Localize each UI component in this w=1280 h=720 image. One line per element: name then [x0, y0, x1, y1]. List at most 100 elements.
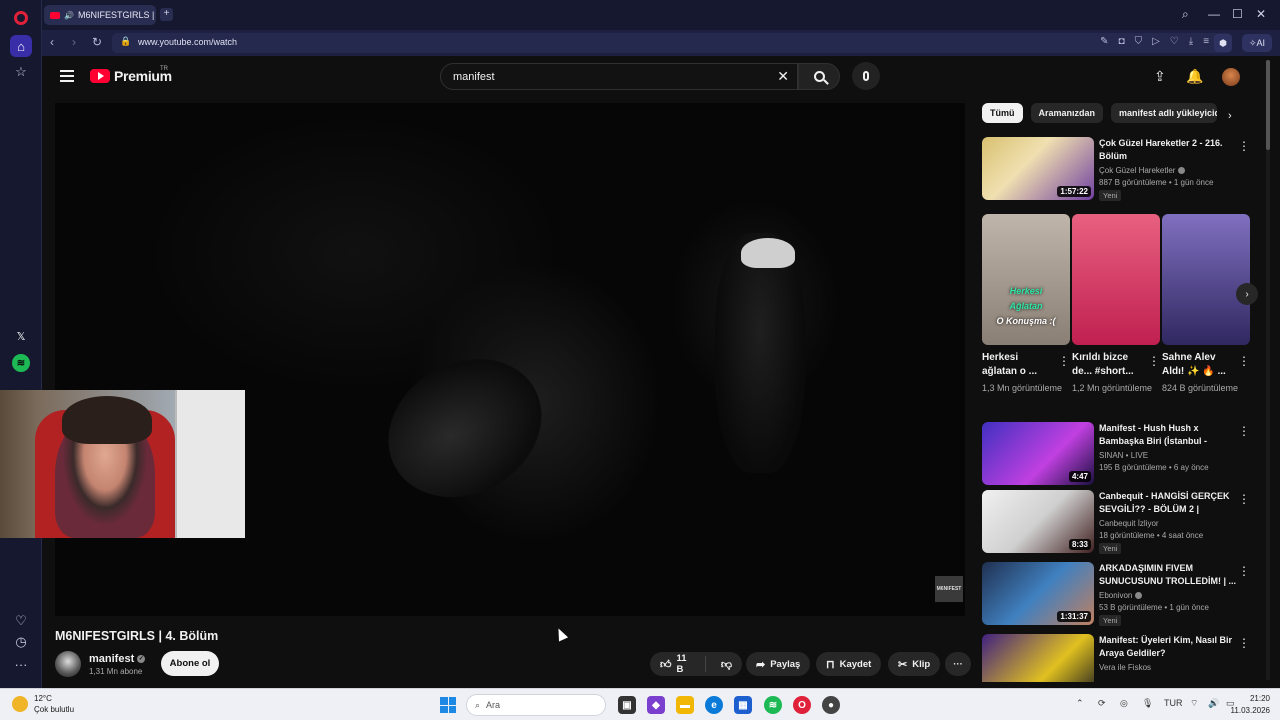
short-title[interactable]: Herkesi ağlatan o ...: [982, 351, 1054, 379]
tab-youtube[interactable]: 🔊 M6NIFESTGIRLS | 4. B: [44, 5, 156, 25]
maximize-button[interactable]: ☐: [1232, 7, 1243, 21]
back-button[interactable]: ‹: [50, 35, 54, 49]
clip-button[interactable]: ✂ Klip: [888, 652, 941, 676]
speaker-icon[interactable]: 🔊: [64, 11, 74, 20]
short-title[interactable]: Sahne Alev Aldı! ✨ 🔥 ...: [1162, 351, 1234, 379]
rec-item[interactable]: 4:47 Manifest - Hush Hush x Bambaşka Bir…: [982, 422, 1250, 488]
search-button[interactable]: [798, 63, 840, 90]
heart-toolbar-icon[interactable]: ♡: [1170, 36, 1179, 47]
tray-network-icon[interactable]: ◎: [1120, 698, 1128, 709]
camera-icon[interactable]: ◘: [1119, 36, 1125, 47]
new-tab-button[interactable]: +: [160, 8, 173, 21]
rec-item[interactable]: 1:31:37 ARKADAŞIMIN FIVEM SUNUCUSUNU TRO…: [982, 562, 1250, 628]
taskbar-clock[interactable]: 21:20 11.03.2026: [1231, 693, 1270, 717]
short-more-icon[interactable]: ⋮: [1238, 354, 1250, 368]
spotify-taskbar-icon[interactable]: ≋: [764, 696, 782, 714]
rec-title[interactable]: Manifest: Üyeleri Kim, Nasıl Bir Araya G…: [1099, 634, 1237, 660]
chip-from-search[interactable]: Aramanızdan: [1030, 103, 1104, 123]
shorts-next-button[interactable]: ›: [1236, 283, 1258, 305]
shield-icon[interactable]: ⛉: [1135, 36, 1143, 47]
tray-sync-icon[interactable]: ⟳: [1098, 698, 1106, 709]
subscribe-button[interactable]: Abone ol: [161, 651, 219, 676]
rec-channel[interactable]: Vera ile Fiskos: [1099, 663, 1151, 672]
short-item[interactable]: Sahne Alev Aldı! ✨ 🔥 ... 824 B görüntüle…: [1162, 214, 1250, 395]
close-window-button[interactable]: ✕: [1256, 7, 1266, 21]
play-icon[interactable]: ▷: [1152, 36, 1160, 47]
minimize-button[interactable]: —: [1208, 7, 1220, 21]
more-actions-button[interactable]: ···: [945, 652, 971, 676]
home-icon[interactable]: ⌂: [10, 35, 32, 57]
rec-thumbnail[interactable]: 1:57:22: [982, 137, 1094, 200]
spotify-sidebar-icon[interactable]: ≋: [11, 353, 31, 373]
hamburger-menu-icon[interactable]: [60, 70, 74, 82]
app-taskbar-icon[interactable]: ●: [822, 696, 840, 714]
forward-button[interactable]: ›: [72, 35, 76, 49]
short-item[interactable]: Kırıldı bizce de... #short... 1,2 Mn gör…: [1072, 214, 1160, 395]
voice-search-button[interactable]: [852, 62, 880, 90]
rec-item[interactable]: 1:57:22 Çok Güzel Hareketler 2 - 216. Bö…: [982, 137, 1250, 203]
x-twitter-icon[interactable]: 𝕏: [11, 326, 31, 346]
rec-more-icon[interactable]: ⋮: [1238, 636, 1250, 650]
windows-start-icon[interactable]: [440, 697, 456, 713]
copilot-icon[interactable]: ◆: [647, 696, 665, 714]
short-thumbnail[interactable]: [1162, 214, 1250, 345]
tray-mic-icon[interactable]: 🎙: [1142, 698, 1153, 709]
save-button[interactable]: ⊓ Kaydet: [816, 652, 882, 676]
channel-watermark[interactable]: M6NIFEST: [935, 576, 963, 602]
opera-logo-icon[interactable]: [14, 11, 28, 25]
tray-language[interactable]: TUR: [1164, 698, 1183, 708]
chip-from-uploader[interactable]: manifest adlı yükleyiciden: [1111, 103, 1218, 123]
notifications-bell-icon[interactable]: 🔔: [1186, 68, 1203, 85]
chips-next-icon[interactable]: ›: [1228, 110, 1232, 122]
short-more-icon[interactable]: ⋮: [1148, 354, 1160, 368]
upload-icon[interactable]: ⇪: [1154, 68, 1166, 85]
history-clock-icon[interactable]: ◷: [11, 632, 31, 652]
extensions-icon[interactable]: ⬢: [1214, 34, 1232, 52]
channel-name[interactable]: manifest ✓: [89, 653, 146, 665]
rec-channel[interactable]: Ebonivon: [1099, 591, 1143, 600]
rec-item[interactable]: Manifest: Üyeleri Kim, Nasıl Bir Araya G…: [982, 634, 1250, 682]
rec-channel[interactable]: SINAN • LIVE: [1099, 451, 1148, 460]
short-more-icon[interactable]: ⋮: [1058, 354, 1070, 368]
file-explorer-icon[interactable]: ▬: [676, 696, 694, 714]
chip-all[interactable]: Tümü: [982, 103, 1023, 123]
edit-icon[interactable]: ✎: [1100, 36, 1108, 47]
download-icon[interactable]: ⤓: [1189, 36, 1193, 47]
account-avatar[interactable]: [1222, 68, 1240, 86]
ai-button[interactable]: ✧ AI: [1242, 34, 1272, 52]
video-player[interactable]: M6NIFEST: [55, 103, 965, 616]
rec-item[interactable]: 8:33 Canbequit - HANGİSİ GERÇEK SEVGİLİ?…: [982, 490, 1250, 556]
rec-more-icon[interactable]: ⋮: [1238, 424, 1250, 438]
rec-channel[interactable]: Çok Güzel Hareketler: [1099, 166, 1186, 175]
url-text[interactable]: www.youtube.com/watch: [138, 37, 237, 47]
share-button[interactable]: ➦ Paylaş: [746, 652, 811, 676]
store-icon[interactable]: ▦: [734, 696, 752, 714]
like-button[interactable]: 👍︎ 11 B: [650, 653, 706, 675]
rec-more-icon[interactable]: ⋮: [1238, 564, 1250, 578]
page-scrollbar[interactable]: [1266, 60, 1270, 680]
more-dots-icon[interactable]: ···: [11, 654, 31, 674]
taskbar-search-input[interactable]: ⌕ Ara: [466, 694, 606, 716]
reload-button[interactable]: ↻: [92, 35, 102, 49]
opera-taskbar-icon[interactable]: O: [793, 696, 811, 714]
rec-title[interactable]: ARKADAŞIMIN FIVEM SUNUCUSUNU TROLLEDİM! …: [1099, 562, 1237, 588]
rec-title[interactable]: Canbequit - HANGİSİ GERÇEK SEVGİLİ?? - B…: [1099, 490, 1237, 516]
tray-volume-icon[interactable]: 🔊: [1208, 698, 1219, 709]
edge-icon[interactable]: e: [705, 696, 723, 714]
rec-title[interactable]: Çok Güzel Hareketler 2 - 216. Bölüm: [1099, 137, 1237, 163]
browser-search-icon[interactable]: ⌕: [1182, 7, 1189, 22]
task-view-icon[interactable]: ▣: [618, 696, 636, 714]
rec-channel[interactable]: Canbequit İzliyor: [1099, 519, 1159, 528]
channel-avatar[interactable]: [55, 651, 81, 677]
star-icon[interactable]: ☆: [11, 62, 31, 82]
rec-title[interactable]: Manifest - Hush Hush x Bambaşka Biri (İs…: [1099, 422, 1237, 448]
rec-thumbnail[interactable]: 1:31:37: [982, 562, 1094, 625]
short-thumbnail[interactable]: [1072, 214, 1160, 345]
short-thumbnail[interactable]: Herkesi Ağlatan O Konuşma :(: [982, 214, 1070, 345]
tray-chevron-icon[interactable]: ⌃: [1076, 698, 1084, 709]
weather-widget[interactable]: 12°C Çok bulutlu: [12, 693, 74, 715]
search-input[interactable]: manifest ✕: [440, 63, 798, 90]
rec-thumbnail[interactable]: [982, 634, 1094, 682]
rec-thumbnail[interactable]: 4:47: [982, 422, 1094, 485]
dislike-button[interactable]: 👎︎: [711, 658, 742, 671]
